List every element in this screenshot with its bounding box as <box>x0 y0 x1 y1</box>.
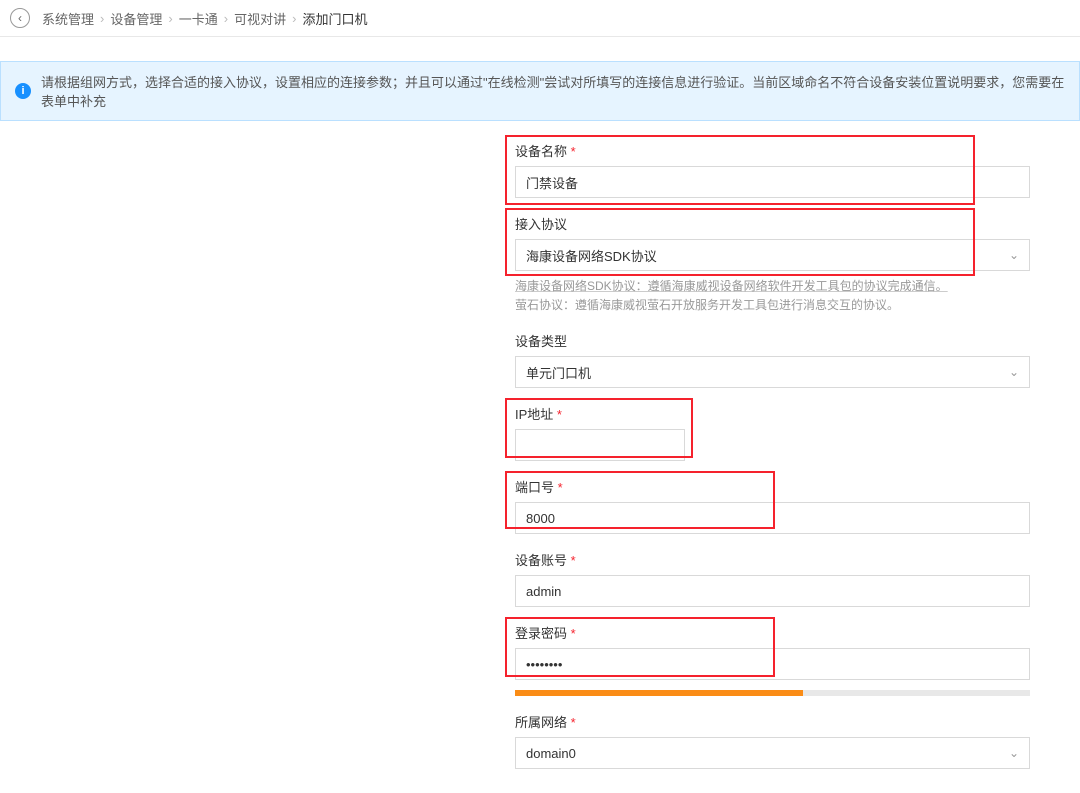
info-banner: i 请根据组网方式，选择合适的接入协议，设置相应的连接参数；并且可以通过"在线检… <box>0 61 1080 121</box>
back-button[interactable]: ‹ <box>10 8 30 28</box>
protocol-value: 海康设备网络SDK协议 <box>526 246 657 265</box>
port-input[interactable] <box>515 502 1030 534</box>
label-ip: IP地址 <box>515 404 1030 423</box>
crumb-sys[interactable]: 系统管理 <box>42 9 94 28</box>
group-password: 登录密码 <box>515 623 1030 696</box>
label-network: 所属网络 <box>515 712 1030 731</box>
chevron-right-icon: › <box>224 11 228 26</box>
subheading-blank <box>0 37 1080 61</box>
device-name-input[interactable] <box>515 166 1030 198</box>
network-select[interactable]: domain0 ⌄ <box>515 737 1030 769</box>
crumb-card[interactable]: 一卡通 <box>179 9 218 28</box>
crumb-intercom[interactable]: 可视对讲 <box>234 9 286 28</box>
protocol-select[interactable]: 海康设备网络SDK协议 ⌄ <box>515 239 1030 271</box>
breadcrumb: ‹ 系统管理 › 设备管理 › 一卡通 › 可视对讲 › 添加门口机 <box>0 0 1080 37</box>
password-strength-fill <box>515 690 803 696</box>
protocol-hint: 海康设备网络SDK协议：遵循海康威视设备网络软件开发工具包的协议完成通信。 萤石… <box>515 277 1030 315</box>
ip-input[interactable] <box>515 429 685 461</box>
group-device-type: 设备类型 单元门口机 ⌄ <box>515 331 1030 388</box>
label-device-type: 设备类型 <box>515 331 1030 350</box>
hint-sdk: 海康设备网络SDK协议：遵循海康威视设备网络软件开发工具包的协议完成通信。 <box>515 279 948 293</box>
group-protocol: 接入协议 海康设备网络SDK协议 ⌄ 海康设备网络SDK协议：遵循海康威视设备网… <box>515 214 1030 315</box>
group-ip: IP地址 <box>515 404 1030 461</box>
network-value: domain0 <box>526 746 576 761</box>
group-device-name: 设备名称 <box>515 141 1030 198</box>
chevron-down-icon: ⌄ <box>1009 248 1019 262</box>
chevron-right-icon: › <box>292 11 296 26</box>
label-device-name: 设备名称 <box>515 141 1030 160</box>
form-area: 设备名称 接入协议 海康设备网络SDK协议 ⌄ 海康设备网络SDK协议：遵循海康… <box>0 141 1080 769</box>
label-protocol: 接入协议 <box>515 214 1030 233</box>
info-text: 请根据组网方式，选择合适的接入协议，设置相应的连接参数；并且可以通过"在线检测"… <box>41 72 1065 110</box>
crumb-device[interactable]: 设备管理 <box>110 9 162 28</box>
group-network: 所属网络 domain0 ⌄ <box>515 712 1030 769</box>
chevron-down-icon: ⌄ <box>1009 746 1019 760</box>
device-type-select[interactable]: 单元门口机 ⌄ <box>515 356 1030 388</box>
info-icon: i <box>15 83 31 99</box>
hint-ezviz: 萤石协议：遵循海康威视萤石开放服务开发工具包进行消息交互的协议。 <box>515 298 899 312</box>
account-input[interactable] <box>515 575 1030 607</box>
label-port: 端口号 <box>515 477 1030 496</box>
chevron-right-icon: › <box>100 11 104 26</box>
chevron-down-icon: ⌄ <box>1009 365 1019 379</box>
group-account: 设备账号 <box>515 550 1030 607</box>
crumb-current: 添加门口机 <box>302 9 367 28</box>
group-port: 端口号 <box>515 477 1030 534</box>
device-type-value: 单元门口机 <box>526 363 591 382</box>
chevron-right-icon: › <box>168 11 172 26</box>
label-password: 登录密码 <box>515 623 1030 642</box>
label-account: 设备账号 <box>515 550 1030 569</box>
password-input[interactable] <box>515 648 1030 680</box>
password-strength-bar <box>515 690 1030 696</box>
